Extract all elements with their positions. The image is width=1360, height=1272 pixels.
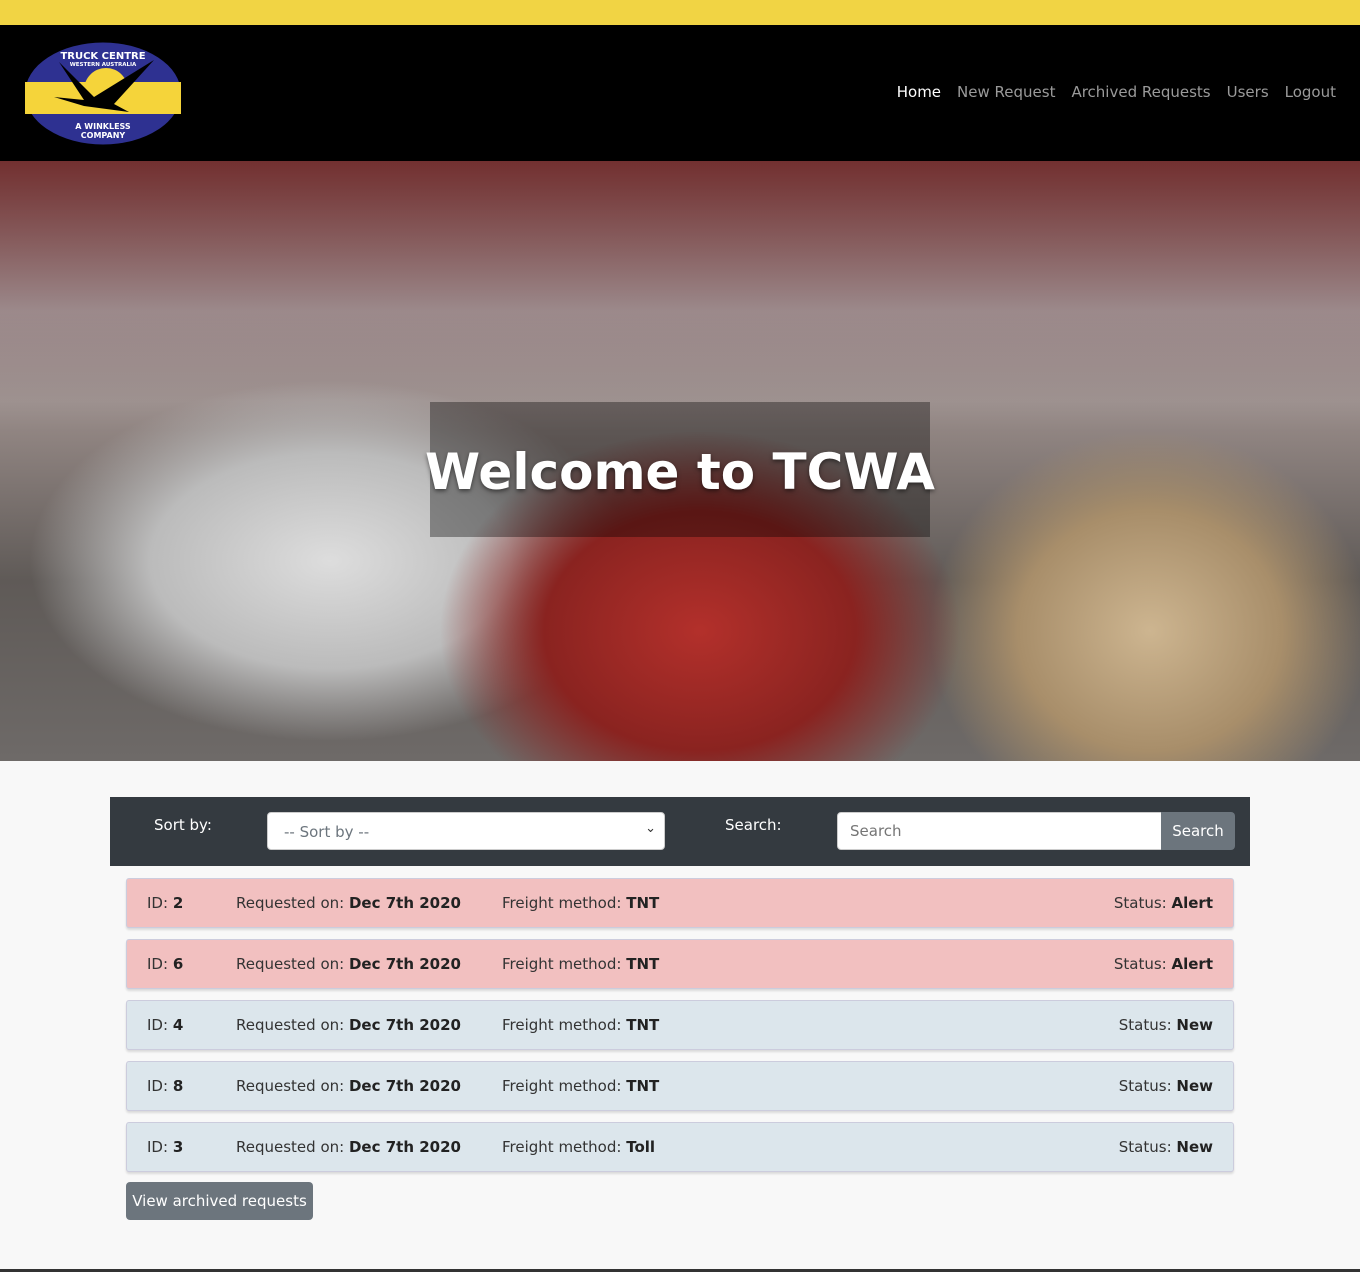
request-status: Status: New [1119, 1016, 1213, 1034]
request-id: ID: 3 [147, 1138, 183, 1156]
svg-text:COMPANY: COMPANY [81, 131, 126, 140]
sort-label: Sort by: [154, 816, 212, 834]
request-date: Requested on: Dec 7th 2020 [236, 894, 461, 912]
search-button[interactable]: Search [1161, 812, 1235, 850]
request-id: ID: 6 [147, 955, 183, 973]
request-date: Requested on: Dec 7th 2020 [236, 955, 461, 973]
date-value: Dec 7th 2020 [348, 1138, 461, 1156]
request-row[interactable]: ID: 8 Requested on: Dec 7th 2020 Freight m… [126, 1061, 1234, 1111]
status-value: Alert [1171, 894, 1214, 912]
sort-select-value: -- Sort by -- [284, 823, 370, 841]
request-freight: Freight method: TNT [502, 955, 659, 973]
freight-label: Freight method: [502, 1077, 622, 1095]
id-label: ID: [147, 1016, 169, 1034]
request-id: ID: 8 [147, 1077, 183, 1095]
date-label: Requested on: [236, 955, 345, 973]
svg-text:TRUCK CENTRE: TRUCK CENTRE [60, 51, 145, 62]
chevron-down-icon: ⌄ [645, 821, 656, 836]
freight-label: Freight method: [502, 1138, 622, 1156]
date-value: Dec 7th 2020 [348, 1016, 461, 1034]
request-status: Status: Alert [1114, 894, 1213, 912]
id-value: 3 [172, 1138, 184, 1156]
status-label: Status: [1118, 1077, 1172, 1095]
request-row[interactable]: ID: 2 Requested on: Dec 7th 2020 Freight m… [126, 878, 1234, 928]
status-label: Status: [1118, 1138, 1172, 1156]
filter-toolbar: Sort by: -- Sort by -- ⌄ Search: Search [110, 797, 1250, 866]
id-label: ID: [147, 894, 169, 912]
freight-label: Freight method: [502, 894, 622, 912]
id-value: 6 [172, 955, 184, 973]
request-freight: Freight method: TNT [502, 1016, 659, 1034]
freight-label: Freight method: [502, 955, 622, 973]
id-label: ID: [147, 955, 169, 973]
nav-archived-requests[interactable]: Archived Requests [1071, 83, 1210, 101]
date-value: Dec 7th 2020 [348, 894, 461, 912]
sort-select[interactable]: -- Sort by -- ⌄ [267, 812, 665, 850]
date-value: Dec 7th 2020 [348, 955, 461, 973]
nav-logout[interactable]: Logout [1285, 83, 1336, 101]
status-value: Alert [1171, 955, 1214, 973]
freight-value: TNT [626, 1077, 660, 1095]
freight-label: Freight method: [502, 1016, 622, 1034]
nav-new-request[interactable]: New Request [957, 83, 1055, 101]
request-date: Requested on: Dec 7th 2020 [236, 1016, 461, 1034]
status-value: New [1176, 1138, 1213, 1156]
status-label: Status: [1118, 1016, 1172, 1034]
request-id: ID: 2 [147, 894, 183, 912]
svg-text:A WINKLESS: A WINKLESS [75, 122, 131, 131]
request-status: Status: New [1119, 1077, 1213, 1095]
request-freight: Freight method: TNT [502, 1077, 659, 1095]
company-logo[interactable]: TRUCK CENTRE WESTERN AUSTRALIA A WINKLES… [24, 42, 182, 145]
search-input[interactable] [837, 812, 1162, 850]
date-label: Requested on: [236, 1016, 345, 1034]
id-value: 2 [172, 894, 184, 912]
search-label: Search: [725, 816, 782, 834]
request-id: ID: 4 [147, 1016, 183, 1034]
request-date: Requested on: Dec 7th 2020 [236, 1077, 461, 1095]
status-label: Status: [1113, 894, 1167, 912]
view-archived-button[interactable]: View archived requests [126, 1182, 313, 1220]
hero-banner: Welcome to TCWA [0, 161, 1360, 761]
freight-value: TNT [626, 1016, 660, 1034]
nav-home[interactable]: Home [897, 83, 941, 101]
request-row[interactable]: ID: 4 Requested on: Dec 7th 2020 Freight m… [126, 1000, 1234, 1050]
svg-text:WESTERN AUSTRALIA: WESTERN AUSTRALIA [70, 62, 137, 68]
freight-value: TNT [626, 955, 660, 973]
freight-value: Toll [626, 1138, 656, 1156]
request-row[interactable]: ID: 6 Requested on: Dec 7th 2020 Freight m… [126, 939, 1234, 989]
id-label: ID: [147, 1138, 169, 1156]
request-date: Requested on: Dec 7th 2020 [236, 1138, 461, 1156]
request-status: Status: New [1119, 1138, 1213, 1156]
date-value: Dec 7th 2020 [348, 1077, 461, 1095]
date-label: Requested on: [236, 1077, 345, 1095]
navbar: TRUCK CENTRE WESTERN AUSTRALIA A WINKLES… [0, 25, 1360, 161]
request-row[interactable]: ID: 3 Requested on: Dec 7th 2020 Freight m… [126, 1122, 1234, 1172]
status-label: Status: [1113, 955, 1167, 973]
request-list: ID: 2 Requested on: Dec 7th 2020 Freight m… [126, 878, 1234, 1183]
nav-users[interactable]: Users [1227, 83, 1269, 101]
nav-links: Home New Request Archived Requests Users… [897, 83, 1336, 101]
request-freight: Freight method: TNT [502, 894, 659, 912]
hero-title: Welcome to TCWA [425, 443, 935, 501]
status-value: New [1176, 1016, 1213, 1034]
top-accent-bar [0, 0, 1360, 25]
id-value: 8 [172, 1077, 184, 1095]
date-label: Requested on: [236, 1138, 345, 1156]
date-label: Requested on: [236, 894, 345, 912]
request-freight: Freight method: Toll [502, 1138, 655, 1156]
request-status: Status: Alert [1114, 955, 1213, 973]
freight-value: TNT [626, 894, 660, 912]
id-value: 4 [172, 1016, 184, 1034]
id-label: ID: [147, 1077, 169, 1095]
status-value: New [1176, 1077, 1213, 1095]
